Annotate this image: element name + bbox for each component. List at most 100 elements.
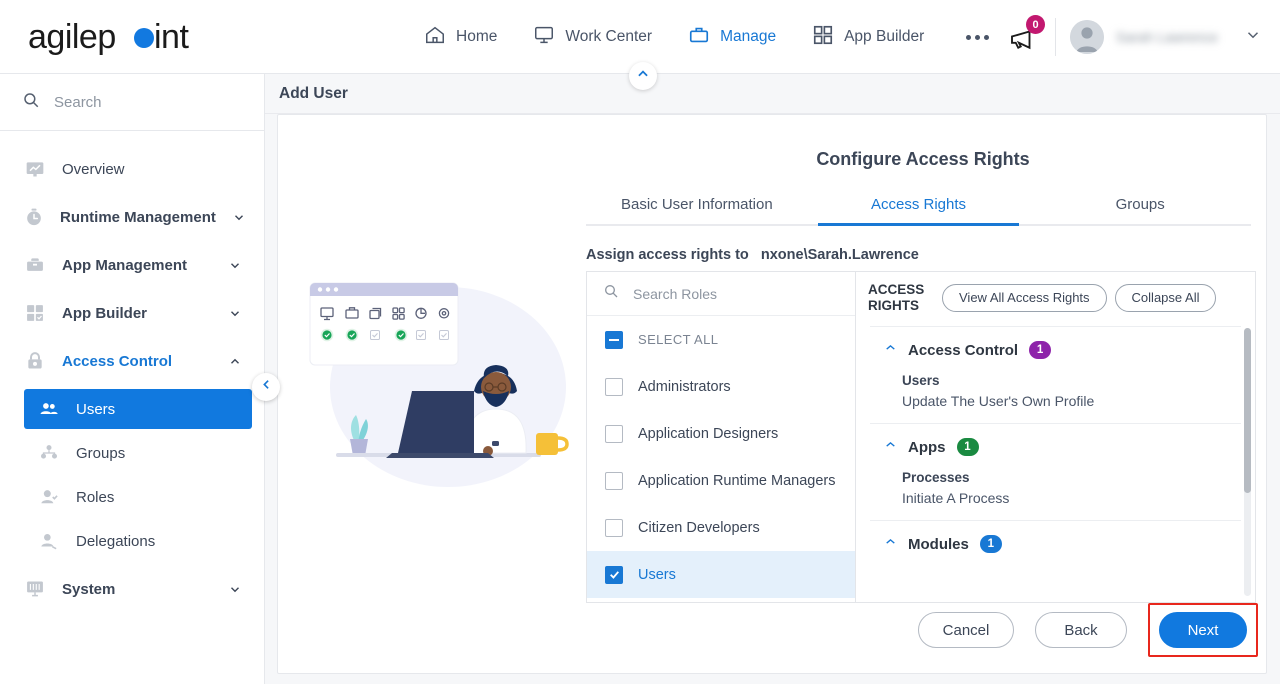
rights-group-count: 1 xyxy=(979,535,1002,553)
rights-group-count: 1 xyxy=(1029,341,1052,359)
sidebar-item-label: App Management xyxy=(62,256,188,274)
sidebar-nav-list: Overview Runtime Management App Manageme… xyxy=(0,131,264,613)
sidebar-item-label: Access Control xyxy=(62,352,173,370)
sidebar-item-system[interactable]: System xyxy=(0,565,264,613)
checkbox[interactable] xyxy=(605,377,623,396)
chart-monitor-icon xyxy=(24,159,46,179)
scrollbar-thumb[interactable] xyxy=(1244,328,1251,493)
grid-icon xyxy=(812,24,834,51)
checkbox-indeterminate[interactable] xyxy=(605,330,623,349)
form-title: Configure Access Rights xyxy=(816,149,1030,169)
role-row-users[interactable]: Users xyxy=(587,551,855,598)
sidebar-item-label: Delegations xyxy=(76,532,156,550)
role-label: SELECT ALL xyxy=(638,332,719,347)
chevron-down-icon[interactable] xyxy=(228,582,242,597)
rights-group-header[interactable]: Apps 1 xyxy=(870,438,1241,456)
checkbox[interactable] xyxy=(605,471,623,490)
chevron-up-icon xyxy=(636,67,650,86)
more-options-icon[interactable] xyxy=(960,34,995,40)
chevron-down-icon[interactable] xyxy=(228,258,242,273)
page-title: Add User xyxy=(279,84,348,102)
announcement-badge: 0 xyxy=(1026,15,1045,34)
sidebar-item-overview[interactable]: Overview xyxy=(0,145,264,193)
rights-group-header[interactable]: Access Control 1 xyxy=(870,341,1241,359)
sidebar-collapse-button[interactable] xyxy=(252,373,280,401)
sidebar-item-app-builder[interactable]: App Builder xyxy=(0,289,264,337)
nav-label: App Builder xyxy=(844,28,925,45)
clock-icon xyxy=(24,207,44,227)
collapse-all-button[interactable]: Collapse All xyxy=(1114,283,1217,312)
role-row-citizen-developers[interactable]: Citizen Developers xyxy=(587,504,855,551)
rights-group-body: Users Update The User's Own Profile xyxy=(870,359,1241,415)
sidebar-item-label: App Builder xyxy=(62,304,147,322)
chevron-down-icon[interactable] xyxy=(228,306,242,321)
search-icon xyxy=(22,91,40,114)
sidebar: Search Overview Runtime Management App M… xyxy=(0,74,280,684)
add-user-card: Configure Access Rights Basic User Infor… xyxy=(277,114,1267,674)
role-row-select-all[interactable]: SELECT ALL xyxy=(587,316,855,363)
role-row-administrators[interactable]: Administrators xyxy=(587,363,855,410)
tab-access-rights[interactable]: Access Rights xyxy=(808,196,1030,226)
access-rights-title: ACCESS RIGHTS xyxy=(868,282,925,313)
role-label: Users xyxy=(638,566,676,583)
rights-subheading: Users xyxy=(902,373,940,388)
tab-groups[interactable]: Groups xyxy=(1029,196,1251,224)
chevron-up-icon[interactable] xyxy=(228,354,242,369)
wizard-footer: Cancel Back Next xyxy=(918,603,1258,657)
main-navigation: Home Work Center Manage App Builder xyxy=(424,0,995,74)
chevron-left-icon xyxy=(260,378,273,396)
sidebar-item-label: Overview xyxy=(62,160,125,178)
role-row-application-runtime-managers[interactable]: Application Runtime Managers xyxy=(587,457,855,504)
rights-group-name: Access Control xyxy=(908,341,1019,359)
nav-item-home[interactable]: Home xyxy=(424,24,497,51)
page-header: Add User xyxy=(265,62,1280,114)
roles-search-input[interactable]: Search Roles xyxy=(587,272,855,316)
role-label: Application Runtime Managers xyxy=(638,472,836,489)
access-rights-scrollbar[interactable] xyxy=(1244,328,1251,596)
sidebar-item-label: Groups xyxy=(76,444,126,462)
wizard-tabs: Basic User Information Access Rights Gro… xyxy=(586,196,1251,226)
sidebar-item-label: Runtime Management xyxy=(60,208,216,226)
sidebar-search-placeholder: Search xyxy=(54,93,102,111)
sidebar-item-runtime-management[interactable]: Runtime Management xyxy=(0,193,264,241)
main-content: Add User Configure Access Rights Basic U… xyxy=(265,62,1280,684)
checkbox-checked[interactable] xyxy=(605,565,623,584)
sidebar-item-groups[interactable]: Groups xyxy=(24,433,252,473)
header-collapse-button[interactable] xyxy=(629,62,657,90)
avatar[interactable] xyxy=(1070,20,1104,54)
nav-label: Manage xyxy=(720,28,777,45)
sidebar-item-access-control[interactable]: Access Control xyxy=(0,337,264,385)
chevron-up-icon[interactable] xyxy=(884,341,897,359)
cancel-button[interactable]: Cancel xyxy=(918,612,1014,648)
roles-panel: Search Roles SELECT ALL Administrators A… xyxy=(586,271,856,603)
chevron-up-icon[interactable] xyxy=(884,438,897,456)
user-name: Sarah Lawrence xyxy=(1116,29,1218,45)
sidebar-item-users[interactable]: Users xyxy=(24,389,252,429)
chevron-down-icon[interactable] xyxy=(1244,26,1262,49)
checkbox[interactable] xyxy=(605,518,623,537)
sidebar-item-roles[interactable]: Roles xyxy=(24,477,252,517)
role-row-application-designers[interactable]: Application Designers xyxy=(587,410,855,457)
chevron-down-icon[interactable] xyxy=(232,210,246,225)
assign-access-rights-label: Assign access rights to nxone\Sarah.Lawr… xyxy=(586,247,1268,263)
app-root: agilep int Home Work Center Manage App B… xyxy=(0,0,1280,684)
sidebar-search[interactable]: Search xyxy=(0,74,264,131)
announcements-icon[interactable]: 0 xyxy=(1007,15,1045,54)
grid-icon xyxy=(24,303,46,323)
sidebar-item-app-management[interactable]: App Management xyxy=(0,241,264,289)
nav-item-manage[interactable]: Manage xyxy=(688,24,776,51)
next-button[interactable]: Next xyxy=(1159,612,1247,648)
nav-item-app-builder[interactable]: App Builder xyxy=(812,24,924,51)
next-button-highlight: Next xyxy=(1148,603,1258,657)
nav-label: Home xyxy=(456,28,498,45)
rights-group-header[interactable]: Modules 1 xyxy=(870,535,1241,553)
nav-item-work-center[interactable]: Work Center xyxy=(533,24,652,51)
rights-entry: Initiate A Process xyxy=(902,490,1010,506)
view-all-access-rights-button[interactable]: View All Access Rights xyxy=(942,283,1107,312)
checkbox[interactable] xyxy=(605,424,623,443)
sidebar-item-delegations[interactable]: Delegations xyxy=(24,521,252,561)
chevron-up-icon[interactable] xyxy=(884,535,897,553)
tab-basic-user-information[interactable]: Basic User Information xyxy=(586,196,808,224)
back-button[interactable]: Back xyxy=(1035,612,1127,648)
agilepoint-logo[interactable]: agilep int xyxy=(28,16,203,58)
